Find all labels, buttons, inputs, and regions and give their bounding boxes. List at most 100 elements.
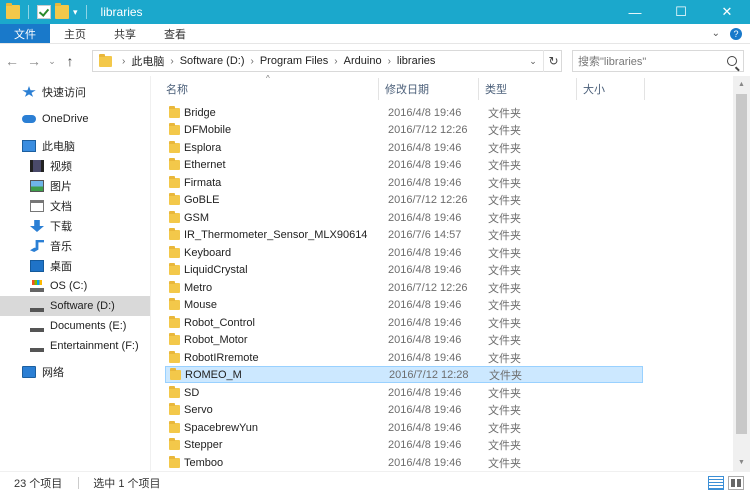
sidebar-item-label: Entertainment (F:): [50, 340, 139, 352]
up-button[interactable]: ↑: [60, 51, 80, 71]
help-icon[interactable]: ?: [730, 27, 742, 40]
close-button[interactable]: ✕: [704, 0, 750, 24]
scroll-down-button[interactable]: ▼: [733, 454, 750, 471]
breadcrumb-separator[interactable]: ›: [250, 56, 253, 67]
file-row[interactable]: Robot_Control 2016/4/8 19:46 文件夹: [165, 314, 643, 331]
breadcrumb-this-pc[interactable]: 此电脑: [131, 53, 164, 69]
search-input[interactable]: 搜索"libraries": [572, 50, 744, 72]
breadcrumb-separator[interactable]: ›: [388, 56, 391, 67]
sidebar-item-videos[interactable]: 视频: [0, 156, 150, 176]
folder-icon: [169, 228, 180, 240]
column-name[interactable]: 名称: [160, 78, 379, 100]
sidebar-item-this-pc[interactable]: 此电脑: [0, 136, 150, 156]
folder-icon: [169, 105, 180, 118]
vertical-scrollbar[interactable]: ▲ ▼: [733, 76, 750, 471]
sidebar-item-software-d[interactable]: Software (D:): [0, 296, 150, 316]
folder-icon: [169, 175, 180, 188]
file-type: 文件夹: [488, 125, 521, 137]
picture-icon: [30, 180, 44, 192]
file-type: 文件夹: [488, 230, 521, 242]
file-row[interactable]: Robot_Motor 2016/4/8 19:46 文件夹: [165, 332, 643, 349]
sidebar-item-label: 视频: [50, 161, 72, 173]
folder-icon: [169, 158, 180, 170]
breadcrumb-separator[interactable]: ›: [170, 56, 173, 67]
file-row[interactable]: Metro 2016/7/12 12:26 文件夹: [165, 279, 643, 296]
file-row[interactable]: DFMobile 2016/7/12 12:26 文件夹: [165, 122, 643, 139]
sidebar-item-quick-access[interactable]: 快速访问: [0, 82, 150, 102]
file-row[interactable]: Temboo 2016/4/8 19:46 文件夹: [165, 454, 643, 471]
column-size[interactable]: 大小: [577, 78, 645, 100]
address-dropdown-icon[interactable]: ⌄: [525, 56, 541, 67]
file-row[interactable]: GSM 2016/4/8 19:46 文件夹: [165, 209, 643, 226]
file-name: Keyboard: [184, 246, 232, 259]
file-date: 2016/7/12 12:28: [389, 368, 469, 381]
forward-button[interactable]: →: [24, 51, 44, 71]
refresh-button[interactable]: ↻: [543, 50, 563, 72]
file-row[interactable]: SpacebrewYun 2016/4/8 19:46 文件夹: [165, 419, 643, 436]
file-row[interactable]: LiquidCrystal 2016/4/8 19:46 文件夹: [165, 262, 643, 279]
details-view-icon[interactable]: [708, 476, 724, 490]
large-icons-view-icon[interactable]: [728, 476, 744, 490]
breadcrumb-libraries[interactable]: libraries: [397, 55, 436, 67]
tab-file[interactable]: 文件: [0, 24, 50, 43]
file-row[interactable]: SD 2016/4/8 19:46 文件夹: [165, 384, 643, 401]
breadcrumb-software-d[interactable]: Software (D:): [180, 55, 245, 67]
folder-icon: [169, 280, 180, 293]
sidebar-item-os-c[interactable]: OS (C:): [0, 276, 150, 296]
sidebar-item-music[interactable]: 音乐: [0, 236, 150, 256]
sidebar-item-onedrive[interactable]: OneDrive: [0, 109, 150, 129]
maximize-button[interactable]: ☐: [658, 0, 704, 24]
file-date: 2016/4/8 19:46: [388, 299, 462, 311]
breadcrumb-separator[interactable]: ›: [334, 56, 337, 67]
pc-icon: [22, 140, 36, 152]
sidebar-item-documents-e[interactable]: Documents (E:): [0, 316, 150, 336]
network-icon: [22, 366, 36, 378]
folder-icon: [169, 298, 180, 310]
address-bar[interactable]: › 此电脑 › Software (D:) › Program Files › …: [92, 50, 562, 72]
back-button[interactable]: ←: [2, 51, 22, 71]
sidebar-item-label: 快速访问: [42, 87, 86, 99]
file-name: DFMobile: [184, 124, 232, 136]
file-row-selected[interactable]: ROMEO_M 2016/7/12 12:28 文件夹: [165, 366, 643, 383]
file-row[interactable]: Servo 2016/4/8 19:46 文件夹: [165, 402, 643, 419]
column-date-modified[interactable]: 修改日期: [379, 78, 479, 100]
minimize-button[interactable]: —: [612, 0, 658, 24]
file-row[interactable]: Firmata 2016/4/8 19:46 文件夹: [165, 174, 643, 191]
breadcrumb-program-files[interactable]: Program Files: [260, 55, 328, 67]
tab-view[interactable]: 查看: [150, 24, 200, 43]
scroll-up-button[interactable]: ▲: [733, 76, 750, 93]
folder-icon[interactable]: [6, 3, 20, 19]
video-icon: [30, 160, 44, 172]
new-folder-icon[interactable]: [55, 3, 69, 19]
file-row[interactable]: GoBLE 2016/7/12 12:26 文件夹: [165, 192, 643, 209]
file-date: 2016/4/8 19:46: [388, 386, 462, 399]
sidebar-item-downloads[interactable]: 下载: [0, 216, 150, 236]
customize-toolbar-icon[interactable]: ▾: [73, 7, 78, 18]
file-row[interactable]: Ethernet 2016/4/8 19:46 文件夹: [165, 157, 643, 174]
sidebar-item-pictures[interactable]: 图片: [0, 176, 150, 196]
file-row[interactable]: Bridge 2016/4/8 19:46 文件夹: [165, 104, 643, 121]
file-date: 2016/4/8 19:46: [388, 404, 462, 416]
column-type[interactable]: 类型: [479, 78, 577, 100]
sidebar-item-network[interactable]: 网络: [0, 362, 150, 382]
view-switcher: [708, 476, 744, 490]
properties-icon[interactable]: [37, 5, 51, 19]
file-row[interactable]: IR_Thermometer_Sensor_MLX90614 2016/7/6 …: [165, 227, 643, 244]
sidebar-item-label: OS (C:): [50, 280, 88, 292]
sidebar-item-entertainment-f[interactable]: Entertainment (F:): [0, 336, 150, 356]
search-icon[interactable]: [727, 56, 737, 66]
scrollbar-thumb[interactable]: [736, 94, 747, 434]
file-row[interactable]: RobotIRremote 2016/4/8 19:46 文件夹: [165, 349, 643, 366]
breadcrumb-arduino[interactable]: Arduino: [344, 55, 382, 67]
file-row[interactable]: Esplora 2016/4/8 19:46 文件夹: [165, 139, 643, 156]
expand-ribbon-icon[interactable]: ⌄: [712, 28, 720, 39]
tab-share[interactable]: 共享: [100, 24, 150, 43]
selected-count: 选中 1 个项目: [93, 477, 161, 490]
file-row[interactable]: Stepper 2016/4/8 19:46 文件夹: [165, 437, 643, 454]
recent-locations-button[interactable]: ⌄: [46, 51, 58, 71]
file-row[interactable]: Mouse 2016/4/8 19:46 文件夹: [165, 297, 643, 314]
sidebar-item-desktop[interactable]: 桌面: [0, 256, 150, 276]
tab-home[interactable]: 主页: [50, 24, 100, 43]
file-row[interactable]: Keyboard 2016/4/8 19:46 文件夹: [165, 244, 643, 261]
sidebar-item-documents[interactable]: 文档: [0, 196, 150, 216]
